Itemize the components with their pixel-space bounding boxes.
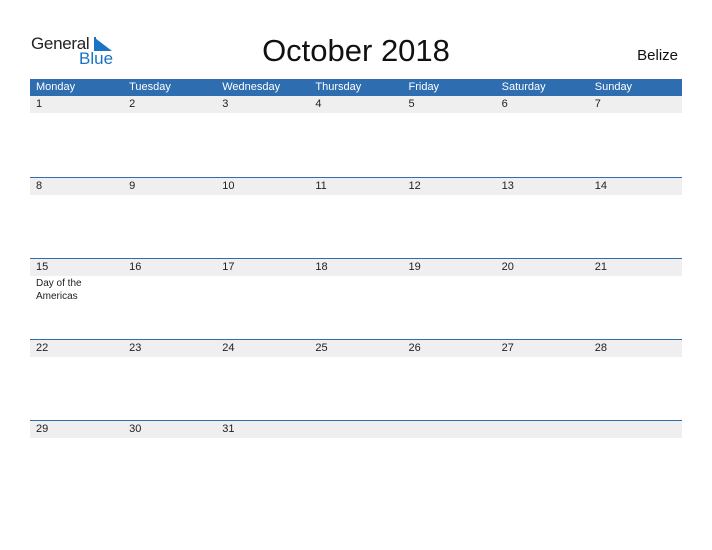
week-row: 8 9 10 11 12 13 14	[30, 177, 682, 258]
day-number: 11	[315, 180, 327, 192]
day-cell: 8	[30, 178, 123, 258]
day-number: 19	[408, 261, 421, 273]
weekday-sunday: Sunday	[594, 81, 633, 93]
weeks-container: 1 2 3 4 5 6 7 8 9 10 11 12 13 14 15 Day of the Americas…	[30, 96, 682, 501]
day-number: 14	[594, 180, 607, 192]
day-number: 8	[36, 180, 43, 192]
day-cell: 24	[216, 340, 309, 420]
weekday-friday: Friday	[408, 81, 440, 93]
weekday-monday: Monday	[36, 81, 76, 93]
page-title: October 2018	[262, 33, 450, 68]
day-number: 27	[501, 342, 514, 354]
country-label: Belize	[637, 47, 678, 64]
day-number: 22	[36, 342, 49, 354]
day-cell	[496, 421, 589, 501]
day-cell: 19	[403, 259, 496, 339]
day-number: 15	[36, 261, 49, 273]
day-number: 20	[501, 261, 514, 273]
day-cell: 25	[309, 340, 402, 420]
day-cell: 17	[216, 259, 309, 339]
day-number: 7	[594, 98, 601, 110]
weekday-wednesday: Wednesday	[222, 81, 281, 93]
day-cell: 7	[589, 96, 682, 177]
day-cell: 27	[496, 340, 589, 420]
day-cell: 14	[589, 178, 682, 258]
day-number: 28	[594, 342, 607, 354]
day-number: 2	[129, 98, 136, 110]
day-cell: 29	[30, 421, 123, 501]
day-cell	[309, 421, 402, 501]
day-number: 29	[36, 423, 49, 435]
day-cell: 6	[496, 96, 589, 177]
day-cell: 13	[496, 178, 589, 258]
day-cell: 15 Day of the Americas	[30, 259, 123, 339]
day-cell: 30	[123, 421, 216, 501]
day-cell: 16	[123, 259, 216, 339]
day-number: 13	[501, 180, 514, 192]
day-number: 6	[501, 98, 508, 110]
day-number: 3	[222, 98, 229, 110]
day-number: 12	[408, 180, 421, 192]
day-cell: 31	[216, 421, 309, 501]
day-number: 30	[129, 423, 142, 435]
day-number: 4	[315, 98, 322, 110]
day-number: 31	[222, 423, 235, 435]
week-row: 22 23 24 25 26 27 28	[30, 339, 682, 420]
day-cell	[589, 421, 682, 501]
weekday-tuesday: Tuesday	[129, 81, 171, 93]
day-cell: 11	[309, 178, 402, 258]
day-cell: 18	[309, 259, 402, 339]
day-cell	[403, 421, 496, 501]
day-number: 21	[594, 261, 607, 273]
week-row: 29 30 31	[30, 420, 682, 501]
day-number: 25	[315, 342, 328, 354]
week-row: 1 2 3 4 5 6 7	[30, 96, 682, 177]
day-cell: 23	[123, 340, 216, 420]
day-cell: 5	[403, 96, 496, 177]
day-cell: 20	[496, 259, 589, 339]
day-number: 23	[129, 342, 142, 354]
day-cell: 10	[216, 178, 309, 258]
day-number: 10	[222, 180, 235, 192]
day-cell: 21	[589, 259, 682, 339]
day-number: 9	[129, 180, 136, 192]
weekday-header: Monday Tuesday Wednesday Thursday Friday…	[30, 79, 682, 96]
calendar-grid: Monday Tuesday Wednesday Thursday Friday…	[30, 79, 682, 501]
day-number: 16	[129, 261, 142, 273]
weekday-saturday: Saturday	[501, 81, 546, 93]
day-number: 24	[222, 342, 235, 354]
week-row: 15 Day of the Americas 16 17 18 19 20 21	[30, 258, 682, 339]
day-number: 17	[222, 261, 235, 273]
day-number: 26	[408, 342, 421, 354]
day-cell: 2	[123, 96, 216, 177]
holiday-event: Day of the Americas	[36, 278, 82, 302]
weekday-thursday: Thursday	[315, 81, 362, 93]
day-cell: 4	[309, 96, 402, 177]
day-number: 5	[408, 98, 415, 110]
day-number: 1	[36, 98, 43, 110]
day-cell: 12	[403, 178, 496, 258]
day-cell: 1	[30, 96, 123, 177]
day-cell: 22	[30, 340, 123, 420]
day-cell: 9	[123, 178, 216, 258]
day-cell: 26	[403, 340, 496, 420]
day-number: 18	[315, 261, 328, 273]
day-cell: 28	[589, 340, 682, 420]
day-cell: 3	[216, 96, 309, 177]
